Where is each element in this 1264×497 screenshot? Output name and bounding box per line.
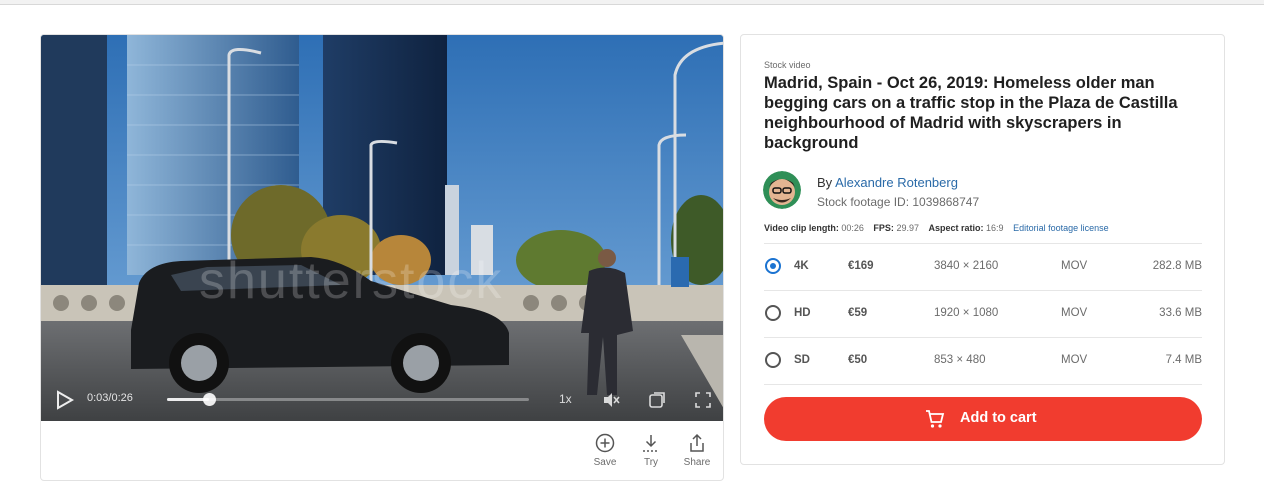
progress-handle[interactable] (202, 393, 216, 406)
avatar[interactable] (763, 171, 801, 209)
progress-bar[interactable] (167, 393, 529, 406)
length-value: 00:26 (841, 223, 864, 233)
stock-id: Stock footage ID: 1039868747 (817, 195, 980, 209)
format: MOV (1061, 260, 1088, 272)
author-link[interactable]: Alexandre Rotenberg (835, 175, 958, 190)
aspect-value: 16:9 (986, 223, 1004, 233)
video-card: shutterstock 0:03/0:26 1x Save Try Share (40, 34, 724, 481)
radio-4k[interactable] (765, 258, 781, 274)
format: MOV (1061, 354, 1088, 366)
radio-hd[interactable] (765, 305, 781, 321)
video-controls: 0:03/0:26 1x (41, 381, 723, 421)
watermark: shutterstock (199, 252, 504, 310)
preview-icon[interactable] (647, 390, 667, 410)
download-icon (643, 435, 659, 452)
add-circle-icon (595, 433, 615, 453)
option-hd[interactable]: HD €59 1920 × 1080 MOV 33.6 MB (764, 290, 1202, 337)
quality-label: 4K (794, 260, 809, 272)
duration: 0:26 (111, 392, 133, 404)
by-prefix: By (817, 175, 833, 190)
quality-label: HD (794, 307, 811, 319)
format: MOV (1061, 307, 1088, 319)
save-button[interactable]: Save (593, 433, 617, 473)
share-icon (690, 433, 704, 452)
clip-title: Madrid, Spain - Oct 26, 2019: Homeless o… (764, 74, 1178, 152)
price: €50 (848, 354, 868, 366)
option-4k[interactable]: 4K €169 3840 × 2160 MOV 282.8 MB (764, 243, 1202, 290)
resolution: 1920 × 1080 (934, 307, 999, 319)
length-label: Video clip length: (764, 223, 839, 233)
option-sd[interactable]: SD €50 853 × 480 MOV 7.4 MB (764, 337, 1202, 385)
file-size: 33.6 MB (1159, 307, 1202, 319)
price: €169 (848, 260, 874, 272)
play-icon[interactable] (53, 389, 75, 411)
time-display: 0:03/0:26 (87, 392, 133, 404)
try-label: Try (643, 457, 659, 468)
fps-label: FPS: (873, 223, 894, 233)
radio-sd[interactable] (765, 352, 781, 368)
volume-muted-icon[interactable] (601, 390, 621, 410)
quality-label: SD (794, 354, 810, 366)
share-button[interactable]: Share (683, 433, 711, 473)
clip-metadata: Video clip length: 00:26 FPS: 29.97 Aspe… (764, 223, 1109, 233)
resolution: 853 × 480 (934, 354, 986, 366)
video-frame (41, 35, 723, 421)
add-to-cart-button[interactable]: Add to cart (764, 397, 1202, 441)
byline: By Alexandre Rotenberg (817, 175, 958, 190)
clip-info-panel: Stock video Madrid, Spain - Oct 26, 2019… (740, 34, 1225, 465)
share-label: Share (683, 457, 711, 468)
current-time: 0:03 (87, 392, 109, 404)
resolution: 3840 × 2160 (934, 260, 999, 272)
top-border (0, 0, 1264, 5)
video-actions: Save Try Share (593, 433, 711, 473)
file-size: 282.8 MB (1152, 260, 1202, 272)
fps-value: 29.97 (896, 223, 919, 233)
video-player[interactable]: shutterstock 0:03/0:26 1x (41, 35, 723, 421)
content-type-label: Stock video (764, 60, 811, 70)
save-label: Save (593, 457, 617, 468)
aspect-label: Aspect ratio: (928, 223, 984, 233)
fullscreen-icon[interactable] (693, 390, 713, 410)
price: €59 (848, 307, 868, 319)
license-link[interactable]: Editorial footage license (1013, 223, 1109, 233)
add-to-cart-label: Add to cart (960, 410, 1037, 426)
cart-icon (926, 410, 945, 428)
speed-control[interactable]: 1x (559, 392, 572, 406)
try-button[interactable]: Try (639, 433, 663, 473)
file-size: 7.4 MB (1165, 354, 1202, 366)
resolution-options: 4K €169 3840 × 2160 MOV 282.8 MB HD €59 … (764, 243, 1202, 385)
